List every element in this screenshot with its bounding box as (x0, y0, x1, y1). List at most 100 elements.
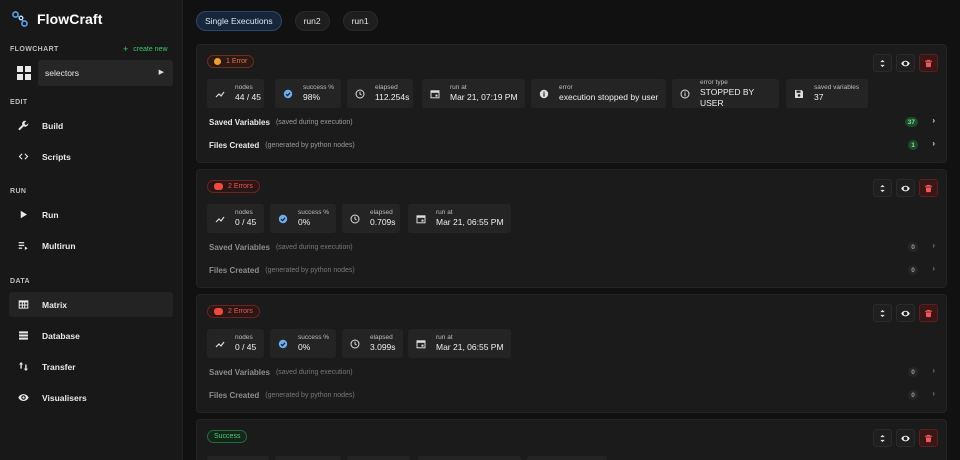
count-badge: 37 (904, 117, 918, 127)
stat-run-at: run at Mar 21, 06:55 PM (408, 204, 511, 233)
wrench-icon (16, 119, 30, 133)
trend-icon (215, 89, 225, 99)
stat-saved-variables: saved variables 37 (786, 79, 868, 108)
row-sublabel: (generated by python nodes) (265, 266, 355, 274)
tab-run1[interactable]: run1 (342, 11, 378, 31)
row-label: Files Created (209, 265, 260, 275)
create-new-button[interactable]: + create new (123, 44, 168, 54)
app-name: FlowCraft (37, 11, 103, 27)
stat-placeholder (207, 456, 269, 460)
plus-icon: + (123, 44, 129, 54)
row-sublabel: (saved during execution) (275, 368, 353, 376)
stat-success: success % 98% (275, 79, 341, 108)
sidebar-item-transfer[interactable]: Transfer (9, 354, 173, 379)
stat-run-at: run at Mar 21, 07:19 PM (422, 79, 525, 108)
calendar-icon (430, 89, 440, 99)
sidebar-item-label: Run (42, 209, 59, 220)
stat-success: success % 0% (270, 204, 336, 233)
stat-elapsed: elapsed 0.709s (342, 204, 400, 233)
saved-variables-row[interactable]: Saved Variables (saved during execution)… (209, 240, 937, 254)
stat-value: 98% (303, 92, 321, 102)
expand-button[interactable] (873, 304, 892, 322)
sidebar-item-database[interactable]: Database (9, 323, 173, 348)
view-button[interactable] (896, 54, 915, 72)
row-sublabel: (saved during execution) (275, 118, 353, 126)
sidebar-item-label: Visualisers (42, 392, 87, 403)
saved-variables-row[interactable]: Saved Variables (saved during execution)… (209, 115, 937, 129)
row-label: Files Created (209, 390, 260, 400)
stat-value: 112.254s (375, 92, 410, 102)
execution-tabs: Single Executions run2 run1 (196, 11, 391, 31)
execution-card: 2 Errors nodes 0 / 45 success % 0% elapsed… (196, 294, 947, 413)
unfold-icon (880, 309, 885, 317)
play-icon (16, 208, 30, 222)
stat-label: nodes (235, 84, 253, 91)
stat-label: elapsed (370, 209, 393, 216)
unfold-icon (880, 184, 885, 192)
brand[interactable]: FlowCraft (11, 10, 102, 28)
flowchart-select[interactable]: selectors ▶ (38, 60, 173, 86)
stat-value: Mar 21, 06:55 PM (436, 342, 504, 352)
expand-button[interactable] (873, 54, 892, 72)
sidebar-item-label: Build (42, 120, 64, 131)
stat-value: 44 / 45 (235, 92, 261, 102)
stat-label: error (559, 84, 573, 91)
sidebar-item-build[interactable]: Build (9, 113, 173, 138)
count-badge: 0 (908, 367, 918, 377)
stat-value: 37 (814, 92, 824, 102)
sidebar-item-visualisers[interactable]: Visualisers (9, 385, 173, 410)
stat-label: error type (700, 78, 728, 86)
delete-button[interactable] (919, 54, 938, 72)
chevron-right-icon: › (932, 389, 935, 398)
files-created-row[interactable]: Files Created (generated by python nodes… (209, 388, 937, 402)
files-created-row[interactable]: Files Created (generated by python nodes… (209, 263, 937, 277)
trash-icon (924, 59, 933, 67)
calendar-icon (416, 214, 426, 224)
status-label: 2 Errors (228, 308, 253, 315)
stat-placeholder (275, 456, 341, 460)
view-button[interactable] (896, 429, 915, 447)
stat-elapsed: elapsed 3.099s (342, 329, 403, 358)
tab-single-executions[interactable]: Single Executions (196, 11, 282, 31)
files-created-row[interactable]: Files Created (generated by python nodes… (209, 138, 937, 152)
view-button[interactable] (896, 304, 915, 322)
check-circle-icon (278, 339, 288, 349)
delete-button[interactable] (919, 304, 938, 322)
stat-error: error execution stopped by user (531, 79, 666, 108)
sidebar-item-label: Scripts (42, 151, 71, 162)
save-icon (794, 89, 804, 99)
section-title-edit: EDIT (10, 99, 28, 106)
count-badge: 1 (908, 140, 918, 150)
section-title-data: DATA (10, 278, 31, 285)
expand-button[interactable] (873, 179, 892, 197)
stat-error-type: error type STOPPED BY USER (672, 79, 779, 108)
calendar-icon (416, 339, 426, 349)
eye-icon (901, 435, 910, 441)
delete-button[interactable] (919, 429, 938, 447)
sidebar-item-multirun[interactable]: Multirun (9, 233, 173, 258)
check-circle-icon (283, 89, 293, 99)
flowcraft-logo-icon (12, 11, 28, 27)
row-label: Saved Variables (209, 242, 270, 252)
row-label: Saved Variables (209, 367, 270, 377)
view-button[interactable] (896, 179, 915, 197)
delete-button[interactable] (919, 179, 938, 197)
row-sublabel: (generated by python nodes) (265, 141, 355, 149)
eye-icon (901, 310, 910, 316)
expand-button[interactable] (873, 429, 892, 447)
count-badge: 0 (908, 390, 918, 400)
chevron-right-icon: › (932, 241, 935, 250)
sidebar-item-run[interactable]: Run (9, 202, 173, 227)
chevron-right-icon: › (932, 116, 935, 125)
info-icon (539, 89, 549, 99)
sidebar-item-matrix[interactable]: Matrix (9, 292, 173, 317)
stat-nodes: nodes 0 / 45 (207, 204, 264, 233)
create-new-label: create new (133, 45, 168, 53)
tab-run2[interactable]: run2 (294, 11, 330, 31)
saved-variables-row[interactable]: Saved Variables (saved during execution)… (209, 365, 937, 379)
stat-value: execution stopped by user (559, 92, 659, 102)
transfer-icon (16, 360, 30, 374)
sidebar-item-scripts[interactable]: Scripts (9, 144, 173, 169)
status-badge: 2 Errors (207, 305, 260, 318)
section-title-flowchart: FLOWCHART (10, 46, 59, 53)
